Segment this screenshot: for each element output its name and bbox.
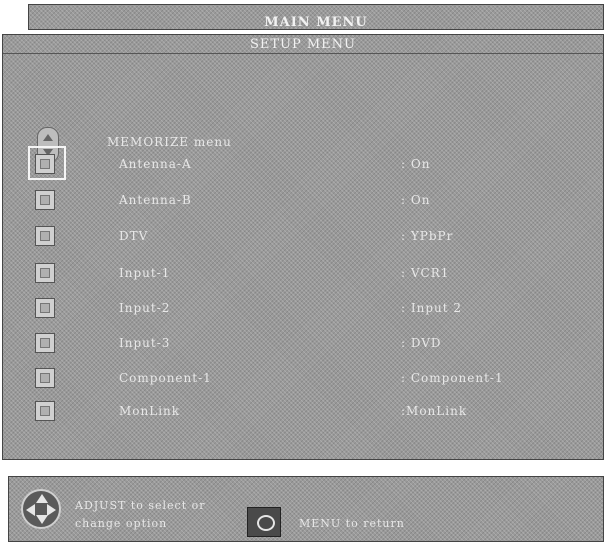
menu-row-component-1[interactable]: Component-1 : Component-1: [3, 368, 603, 392]
menu-item-label: Antenna-A: [119, 157, 192, 171]
menu-row-antenna-a[interactable]: Antenna-A : On: [3, 146, 603, 180]
menu-row-dtv[interactable]: DTV : YPbPr: [3, 226, 603, 250]
menu-item-value: : On: [401, 193, 431, 207]
menu-row-antenna-b[interactable]: Antenna-B : On: [3, 190, 603, 214]
menu-item-value: :MonLink: [401, 404, 468, 418]
menu-item-label: Input-1: [119, 266, 171, 280]
dpad-icon: [21, 489, 61, 529]
menu-item-label: Component-1: [119, 371, 212, 385]
setup-menu-panel: SETUP MENU MEMORIZE menu Antenna-A : On …: [2, 34, 604, 460]
menu-item-label: Input-2: [119, 301, 171, 315]
menu-item-value: : VCR1: [401, 266, 450, 280]
checkbox-icon[interactable]: [35, 333, 55, 353]
menu-item-label: DTV: [119, 229, 149, 243]
adjust-help-text: ADJUST to select or change option: [75, 499, 206, 530]
status-strip: [8, 461, 604, 475]
checkbox-icon[interactable]: [35, 368, 55, 388]
menu-item-label: MonLink: [119, 404, 181, 418]
menu-row-input-1[interactable]: Input-1 : VCR1: [3, 263, 603, 287]
menu-return-text: MENU to return: [299, 517, 405, 530]
main-menu-bar: MAIN MENU: [28, 4, 604, 30]
menu-item-value: : YPbPr: [401, 229, 454, 243]
menu-row-input-3[interactable]: Input-3 : DVD: [3, 333, 603, 357]
checkbox-icon[interactable]: [35, 263, 55, 283]
menu-item-value: : On: [401, 157, 431, 171]
menu-item-value: : DVD: [401, 336, 442, 350]
footer-help-bar: ADJUST to select or change option MENU t…: [8, 476, 604, 542]
menu-item-value: : Component-1: [401, 371, 504, 385]
header-divider: [3, 53, 603, 54]
menu-item-value: : Input 2: [401, 301, 463, 315]
checkbox-icon[interactable]: [35, 190, 55, 210]
menu-row-input-2[interactable]: Input-2 : Input 2: [3, 298, 603, 322]
main-menu-title: MAIN MENU: [264, 15, 368, 30]
menu-item-label: Input-3: [119, 336, 171, 350]
menu-row-monlink[interactable]: MonLink :MonLink: [3, 401, 603, 425]
checkbox-icon[interactable]: [35, 401, 55, 421]
setup-menu-title: SETUP MENU: [249, 37, 357, 52]
checkbox-icon[interactable]: [35, 226, 55, 246]
menu-item-label: Antenna-B: [119, 193, 192, 207]
checkbox-icon[interactable]: [35, 298, 55, 318]
checkbox-icon[interactable]: [35, 154, 55, 174]
memorize-menu-label: MEMORIZE menu: [107, 135, 232, 149]
menu-key-icon: [247, 507, 281, 537]
